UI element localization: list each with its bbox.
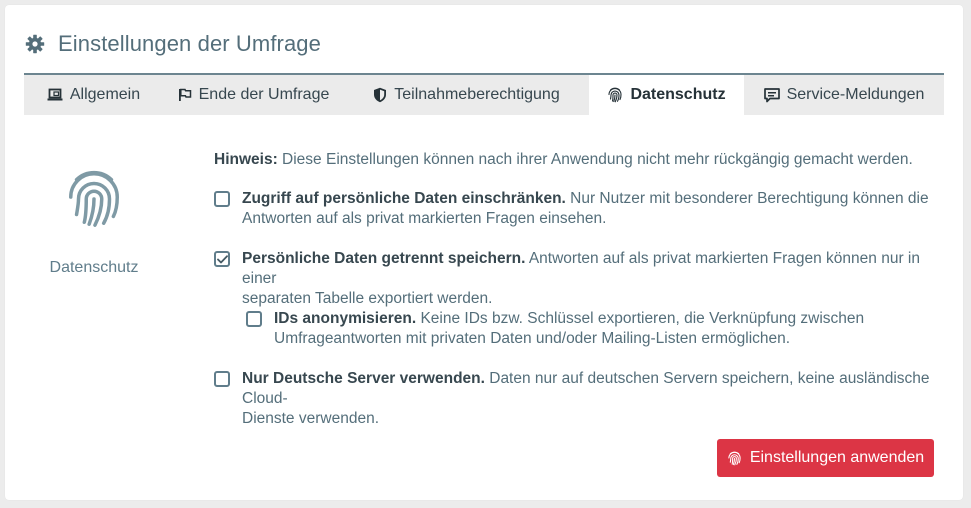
option-text: IDs anonymisieren. Keine IDs bzw. Schlüs… bbox=[274, 309, 864, 349]
apply-settings-button[interactable]: Einstellungen anwenden bbox=[717, 439, 934, 477]
tab-label: Datenschutz bbox=[630, 86, 726, 103]
hint-body: Diese Einstellungen können nach ihrer An… bbox=[277, 151, 913, 168]
flag-icon bbox=[178, 88, 191, 101]
option-title: Zugriff auf persönliche Daten einschränk… bbox=[242, 190, 566, 207]
settings-panel: Einstellungen der Umfrage Allgemein Ende… bbox=[5, 5, 963, 500]
option-desc-line2: Dienste verwenden. bbox=[242, 410, 379, 427]
fingerprint-icon bbox=[608, 87, 623, 103]
tab-allgemein[interactable]: Allgemein bbox=[24, 75, 163, 115]
option-desc-line2: Antworten auf als privat markierten Frag… bbox=[242, 210, 607, 227]
checkbox[interactable] bbox=[214, 251, 230, 267]
side-label: Datenschutz bbox=[49, 259, 139, 276]
tab-bar: Allgemein Ende der Umfrage Teilnahmebere… bbox=[24, 73, 944, 115]
tab-datenschutz[interactable]: Datenschutz bbox=[589, 75, 744, 115]
shield-icon bbox=[374, 87, 387, 103]
checkmark-icon bbox=[216, 254, 228, 263]
laptop-icon bbox=[47, 88, 63, 101]
hint-label: Hinweis: bbox=[214, 151, 278, 168]
datenschutz-content: Datenschutz Hinweis: Diese Einstellungen… bbox=[24, 115, 944, 500]
option-zugriff-einschraenken[interactable]: Zugriff auf persönliche Daten einschränk… bbox=[214, 189, 934, 229]
option-desc-line2: separaten Tabelle exportiert werden. bbox=[242, 290, 493, 307]
tab-ende-der-umfrage[interactable]: Ende der Umfrage bbox=[163, 75, 344, 115]
tab-label: Allgemein bbox=[69, 86, 141, 103]
option-desc-line2: Umfrageantworten mit privaten Daten und/… bbox=[274, 330, 791, 347]
option-title: Nur Deutsche Server verwenden. bbox=[242, 370, 485, 387]
tab-label: Service-Meldungen bbox=[786, 86, 925, 103]
option-text: Zugriff auf persönliche Daten einschränk… bbox=[242, 189, 929, 229]
checkbox[interactable] bbox=[246, 311, 262, 327]
checkbox[interactable] bbox=[214, 191, 230, 207]
option-text: Nur Deutsche Server verwenden. Daten nur… bbox=[242, 369, 934, 429]
option-desc-line1: Keine IDs bzw. Schlüssel exportieren, di… bbox=[416, 310, 865, 327]
fingerprint-icon bbox=[728, 451, 741, 465]
option-ids-anonymisieren[interactable]: IDs anonymisieren. Keine IDs bzw. Schlüs… bbox=[246, 309, 936, 349]
message-icon bbox=[763, 87, 780, 102]
hint-text: Hinweis: Diese Einstellungen können nach… bbox=[214, 151, 913, 169]
option-deutsche-server[interactable]: Nur Deutsche Server verwenden. Daten nur… bbox=[214, 369, 934, 429]
option-title: IDs anonymisieren. bbox=[274, 310, 417, 327]
option-desc-line1: Nur Nutzer mit besonderer Berechtigung k… bbox=[565, 190, 929, 207]
tab-teilnahmeberechtigung[interactable]: Teilnahmeberechtigung bbox=[344, 75, 589, 115]
gear-icon bbox=[25, 34, 45, 54]
option-text: Persönliche Daten getrennt speichern. An… bbox=[242, 249, 934, 309]
checkbox[interactable] bbox=[214, 371, 230, 387]
apply-button-label: Einstellungen anwenden bbox=[749, 449, 925, 466]
tab-label: Teilnahmeberechtigung bbox=[394, 86, 560, 103]
panel-title-text: Einstellungen der Umfrage bbox=[58, 31, 321, 56]
option-getrennt-speichern[interactable]: Persönliche Daten getrennt speichern. An… bbox=[214, 249, 934, 309]
tab-label: Ende der Umfrage bbox=[198, 86, 330, 103]
panel-title: Einstellungen der Umfrage bbox=[25, 29, 321, 59]
tab-service-meldungen[interactable]: Service-Meldungen bbox=[744, 75, 944, 115]
fingerprint-icon bbox=[69, 170, 119, 227]
option-title: Persönliche Daten getrennt speichern. bbox=[242, 250, 526, 267]
